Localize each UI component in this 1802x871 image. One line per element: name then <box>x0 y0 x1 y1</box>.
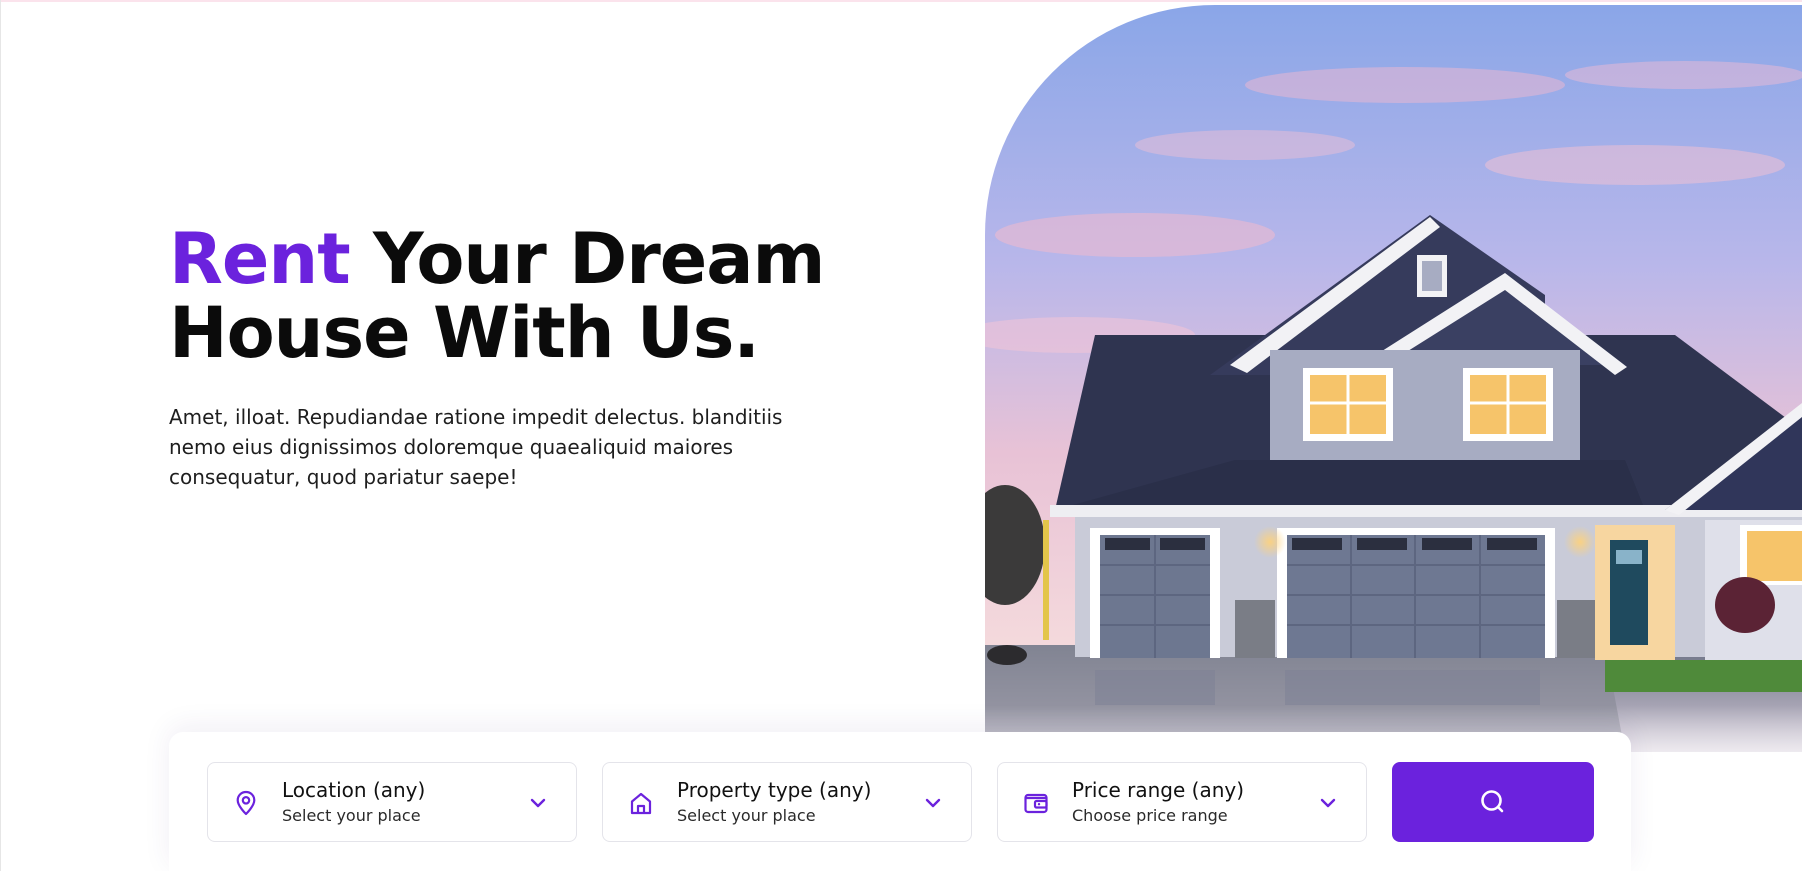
chevron-down-icon <box>1320 798 1336 808</box>
top-divider <box>0 0 1802 2</box>
chevron-down-icon <box>530 798 546 808</box>
house-icon <box>630 792 652 815</box>
hero-house-image <box>985 5 1802 752</box>
chevron-down-icon <box>925 798 941 808</box>
location-title: Location (any) <box>282 778 426 802</box>
hero-title-line2: House With Us. <box>169 292 760 374</box>
wallet-icon <box>1024 793 1048 814</box>
search-panel: Location (any) Select your place Propert… <box>169 732 1631 871</box>
left-divider <box>0 0 1 871</box>
location-dropdown[interactable]: Location (any) Select your place <box>207 762 577 842</box>
hero-title-line1: Your Dream <box>349 218 825 300</box>
price-range-title: Price range (any) <box>1072 778 1245 802</box>
hero-title: Rent Your Dream House With Us. <box>169 222 869 370</box>
hero-title-accent: Rent <box>169 218 351 300</box>
price-range-subtitle: Choose price range <box>1072 806 1228 825</box>
property-type-dropdown[interactable]: Property type (any) Select your place <box>602 762 972 842</box>
map-pin-icon <box>236 790 256 816</box>
page: Rent Your Dream House With Us. Amet, illo… <box>0 0 1802 871</box>
price-range-dropdown[interactable]: Price range (any) Choose price range <box>997 762 1367 842</box>
search-button[interactable] <box>1392 762 1594 842</box>
property-type-title: Property type (any) <box>677 778 872 802</box>
property-type-subtitle: Select your place <box>677 806 816 825</box>
location-subtitle: Select your place <box>282 806 421 825</box>
hero-description: Amet, illoat. Repudiandae ratione impedi… <box>169 405 783 489</box>
search-icon <box>1481 790 1504 813</box>
